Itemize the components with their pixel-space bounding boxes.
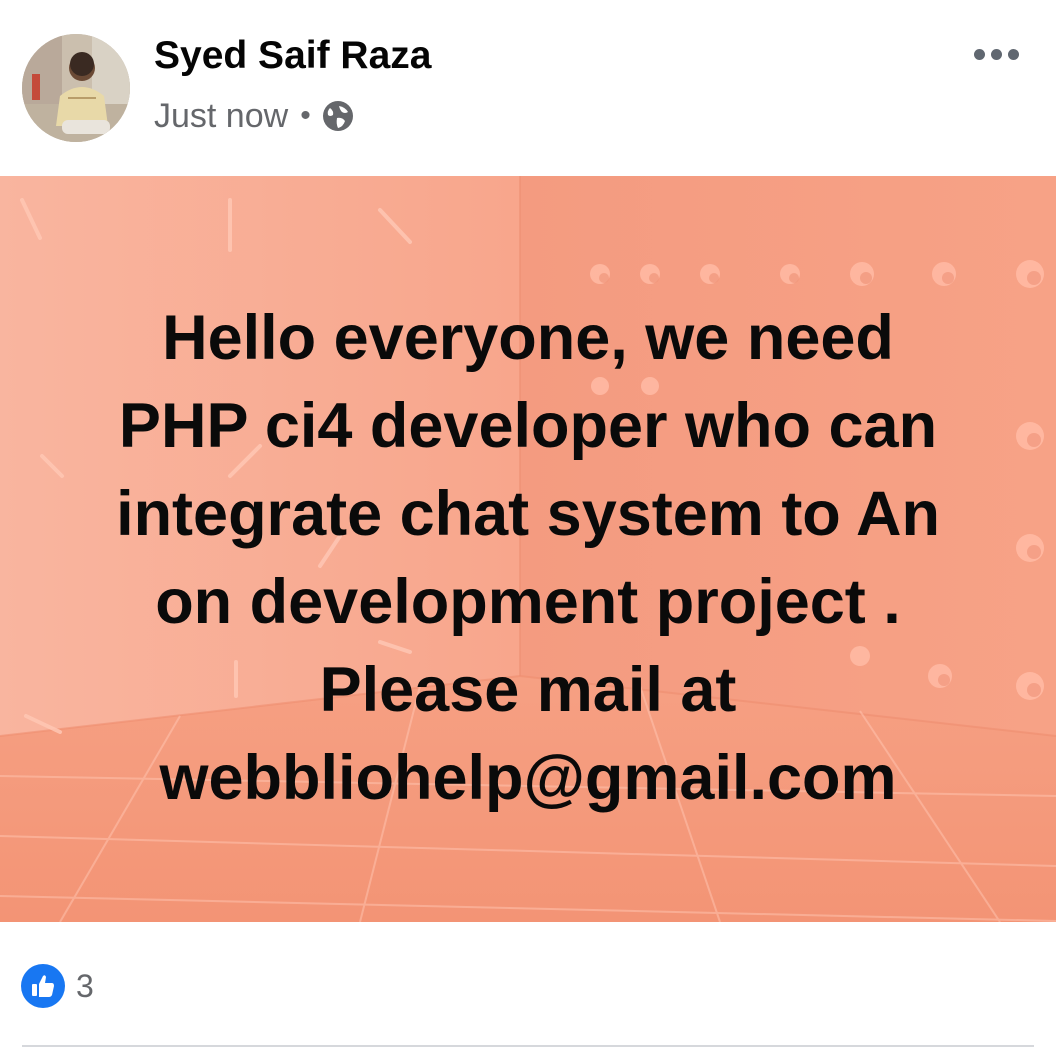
more-dot bbox=[990, 48, 1002, 60]
more-dot bbox=[973, 48, 985, 60]
post-text: Hello everyone, we need PHP ci4 develope… bbox=[40, 294, 1016, 822]
reaction-count[interactable]: 3 bbox=[76, 964, 94, 1008]
post-text-line: Please mail at bbox=[319, 655, 737, 725]
post-text-line: Hello everyone, we need bbox=[162, 303, 894, 373]
post-text-line: integrate chat system to An bbox=[116, 479, 940, 549]
post-text-line: on development project . bbox=[155, 567, 901, 637]
more-options-button[interactable] bbox=[966, 36, 1026, 72]
post-header: Syed Saif Raza Just now • bbox=[0, 0, 1056, 176]
like-icon[interactable] bbox=[21, 964, 65, 1008]
globe-icon[interactable] bbox=[321, 99, 355, 133]
reactions-bar: 3 bbox=[0, 922, 1056, 1055]
meta-separator: • bbox=[300, 99, 311, 132]
post-meta: Just now • bbox=[154, 94, 355, 138]
post-text-line: PHP ci4 developer who can bbox=[118, 391, 938, 461]
post-text-line: webbliohelp@gmail.com bbox=[159, 743, 897, 813]
author-name[interactable]: Syed Saif Raza bbox=[154, 34, 431, 78]
divider bbox=[22, 1045, 1034, 1047]
post-timestamp[interactable]: Just now bbox=[154, 97, 288, 136]
avatar[interactable] bbox=[22, 34, 130, 142]
more-dot bbox=[1007, 48, 1019, 60]
post-background[interactable]: Hello everyone, we need PHP ci4 develope… bbox=[0, 176, 1056, 922]
